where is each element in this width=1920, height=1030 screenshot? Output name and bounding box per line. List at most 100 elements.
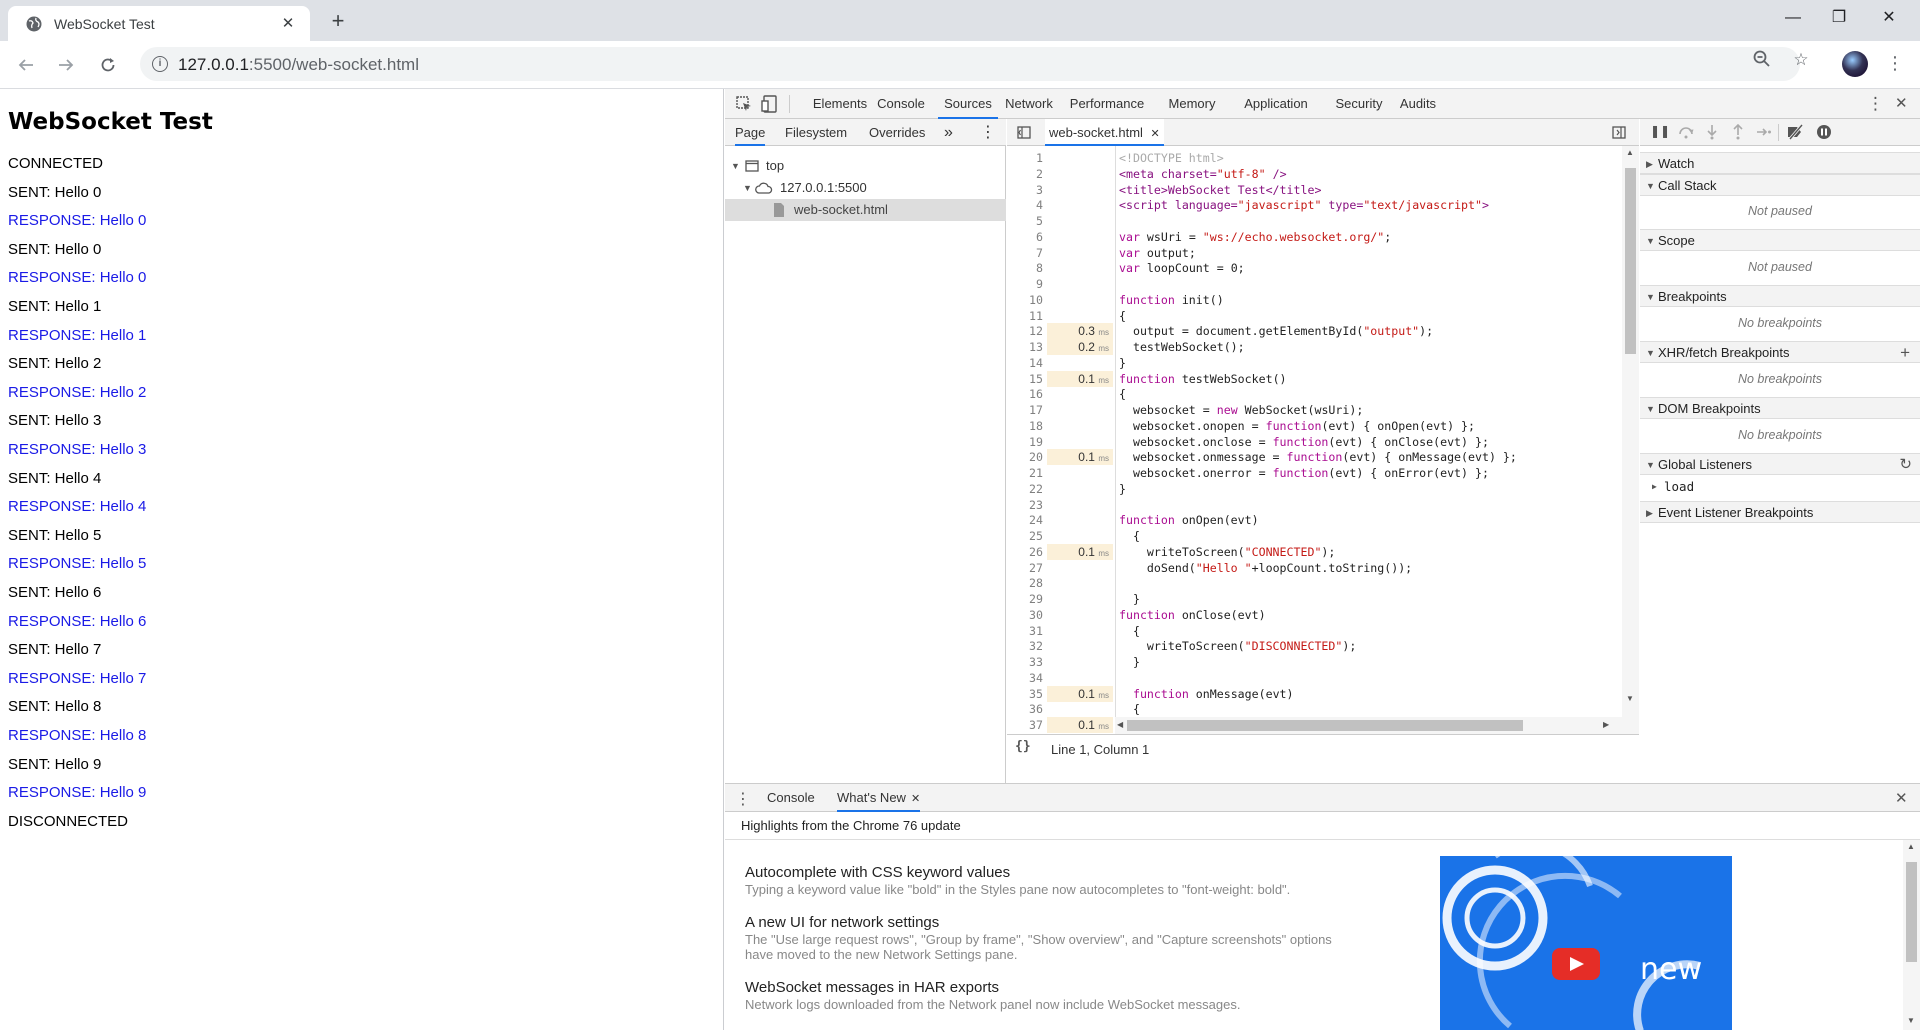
line-number[interactable]: 20 xyxy=(1007,449,1043,465)
code-line[interactable]: 3 <title>WebSocket Test</title> xyxy=(1007,182,1622,198)
tree-item-top[interactable]: ▼ top xyxy=(725,155,1006,177)
code-line[interactable]: 14} xyxy=(1007,355,1622,371)
play-button-icon[interactable] xyxy=(1552,948,1600,980)
tab-close-icon[interactable]: ✕ xyxy=(278,14,298,34)
line-number[interactable]: 9 xyxy=(1007,276,1043,292)
drawer-tab-whats-new[interactable]: What's New ✕ xyxy=(837,784,921,812)
line-number[interactable]: 35 xyxy=(1007,686,1043,702)
scroll-up-icon[interactable]: ▲ xyxy=(1907,842,1915,851)
line-number[interactable]: 2 xyxy=(1007,166,1043,182)
code-line[interactable]: 4 <script language="javascript" type="tex… xyxy=(1007,197,1622,213)
line-number[interactable]: 4 xyxy=(1007,197,1043,213)
devtools-tab-console[interactable]: Console xyxy=(870,89,932,119)
line-number[interactable]: 10 xyxy=(1007,292,1043,308)
line-number[interactable]: 26 xyxy=(1007,544,1043,560)
line-number[interactable]: 25 xyxy=(1007,528,1043,544)
devtools-tab-network[interactable]: Network xyxy=(1001,89,1057,119)
new-tab-button[interactable]: + xyxy=(324,7,352,35)
line-number[interactable]: 21 xyxy=(1007,465,1043,481)
section-breakpoints[interactable]: ▼ Breakpoints xyxy=(1640,285,1920,307)
drawer-scrollbar[interactable]: ▲ ▼ xyxy=(1903,840,1920,1030)
close-window-button[interactable]: ✕ xyxy=(1866,0,1912,36)
pause-icon[interactable]: ❚❚ xyxy=(1650,124,1670,138)
code-line[interactable]: 25 { xyxy=(1007,528,1622,544)
code-line[interactable]: 17 websocket = new WebSocket(wsUri); xyxy=(1007,402,1622,418)
line-number[interactable]: 32 xyxy=(1007,638,1043,654)
deactivate-breakpoints-icon[interactable] xyxy=(1786,124,1804,140)
nav-tab-overrides[interactable]: Overrides xyxy=(869,119,925,146)
code-line[interactable]: 5 xyxy=(1007,213,1622,229)
line-number[interactable]: 27 xyxy=(1007,560,1043,576)
code-line[interactable]: 30 function onClose(evt) xyxy=(1007,607,1622,623)
section-dom-breakpoints[interactable]: ▼ DOM Breakpoints xyxy=(1640,397,1920,419)
profile-avatar[interactable] xyxy=(1842,51,1868,77)
line-number[interactable]: 3 xyxy=(1007,182,1043,198)
scroll-up-icon[interactable]: ▲ xyxy=(1626,148,1634,157)
section-global-listeners[interactable]: ▼ Global Listeners ↻ xyxy=(1640,453,1920,475)
bookmark-star-icon[interactable]: ☆ xyxy=(1790,50,1812,70)
line-number[interactable]: 31 xyxy=(1007,623,1043,639)
scroll-down-icon[interactable]: ▼ xyxy=(1907,1016,1915,1025)
address-bar[interactable]: i 127.0.0.1:5500/web-socket.html xyxy=(140,47,1800,81)
step-icon[interactable] xyxy=(1756,126,1772,138)
url-text[interactable]: 127.0.0.1:5500/web-socket.html xyxy=(178,55,419,75)
news-item[interactable]: WebSocket messages in HAR exports Networ… xyxy=(745,979,1385,1012)
devtools-tab-application[interactable]: Application xyxy=(1234,89,1318,119)
devtools-menu-icon[interactable]: ⋮ xyxy=(1867,89,1884,119)
tree-item-host[interactable]: ▼ 127.0.0.1:5500 xyxy=(725,177,1006,199)
drawer-tab-close-icon[interactable]: ✕ xyxy=(911,793,920,805)
section-scope[interactable]: ▼ Scope xyxy=(1640,229,1920,251)
code-line[interactable]: 9 xyxy=(1007,276,1622,292)
line-number[interactable]: 37 xyxy=(1007,717,1043,733)
line-number[interactable]: 23 xyxy=(1007,497,1043,513)
toggle-navigator-icon[interactable] xyxy=(1017,126,1031,139)
device-toolbar-icon[interactable] xyxy=(761,95,779,113)
code-line[interactable]: 35 0.1 ms function onMessage(evt) xyxy=(1007,685,1622,702)
inspect-element-icon[interactable] xyxy=(735,95,753,113)
line-number[interactable]: 24 xyxy=(1007,512,1043,528)
devtools-tab-security[interactable]: Security xyxy=(1331,89,1387,119)
forward-button[interactable] xyxy=(50,49,82,81)
section-xhr-breakpoints[interactable]: ▼ XHR/fetch Breakpoints + xyxy=(1640,341,1920,363)
more-tabs-icon[interactable]: » xyxy=(944,119,953,146)
line-number[interactable]: 12 xyxy=(1007,323,1043,339)
hscroll-thumb[interactable] xyxy=(1127,720,1523,731)
code-line[interactable]: 16 { xyxy=(1007,386,1622,402)
devtools-tab-sources[interactable]: Sources xyxy=(938,89,998,119)
info-icon[interactable]: i xyxy=(152,56,168,72)
tree-item-file[interactable]: web-socket.html xyxy=(725,199,1006,221)
scroll-left-icon[interactable]: ◀ xyxy=(1117,720,1123,729)
browser-tab[interactable]: WebSocket Test ✕ xyxy=(8,6,310,41)
code-lines[interactable]: 1 <!DOCTYPE html> 2 <meta charset="utf-8" /… xyxy=(1007,146,1622,734)
line-number[interactable]: 19 xyxy=(1007,434,1043,450)
code-line[interactable]: 26 0.1 ms writeToScreen("CONNECTED"); xyxy=(1007,543,1622,560)
pause-on-exceptions-icon[interactable] xyxy=(1816,124,1832,140)
editor-horizontal-scrollbar[interactable]: ◀ ▶ xyxy=(1115,717,1622,734)
code-line[interactable]: 36 { xyxy=(1007,701,1622,717)
line-number[interactable]: 5 xyxy=(1007,213,1043,229)
code-line[interactable]: 32 writeToScreen("DISCONNECTED"); xyxy=(1007,638,1622,654)
restore-button[interactable]: ❐ xyxy=(1816,0,1862,36)
code-line[interactable]: 20 0.1 ms websocket.onmessage = function(… xyxy=(1007,449,1622,466)
zoom-icon[interactable] xyxy=(1751,50,1773,73)
devtools-tab-performance[interactable]: Performance xyxy=(1064,89,1150,119)
line-number[interactable]: 13 xyxy=(1007,339,1043,355)
line-number[interactable]: 34 xyxy=(1007,670,1043,686)
code-line[interactable]: 13 0.2 ms testWebSocket(); xyxy=(1007,339,1622,355)
code-line[interactable]: 21 websocket.onerror = function(evt) { o… xyxy=(1007,465,1622,481)
drawer-tab-console[interactable]: Console xyxy=(767,784,815,812)
reload-button[interactable] xyxy=(92,49,124,81)
step-out-icon[interactable] xyxy=(1732,124,1744,140)
code-line[interactable]: 23 xyxy=(1007,497,1622,513)
news-item[interactable]: A new UI for network settings The "Use l… xyxy=(745,914,1355,962)
scroll-down-icon[interactable]: ▼ xyxy=(1626,694,1634,703)
line-number[interactable]: 6 xyxy=(1007,229,1043,245)
editor-tab-close-icon[interactable]: ✕ xyxy=(1151,128,1160,140)
scroll-right-icon[interactable]: ▶ xyxy=(1603,720,1609,729)
minimize-button[interactable]: — xyxy=(1770,0,1816,36)
code-line[interactable]: 24 function onOpen(evt) xyxy=(1007,512,1622,528)
code-line[interactable]: 15 0.1 ms function testWebSocket() xyxy=(1007,370,1622,387)
code-line[interactable]: 7 var output; xyxy=(1007,245,1622,261)
code-line[interactable]: 31 { xyxy=(1007,623,1622,639)
refresh-icon[interactable]: ↻ xyxy=(1899,454,1912,476)
